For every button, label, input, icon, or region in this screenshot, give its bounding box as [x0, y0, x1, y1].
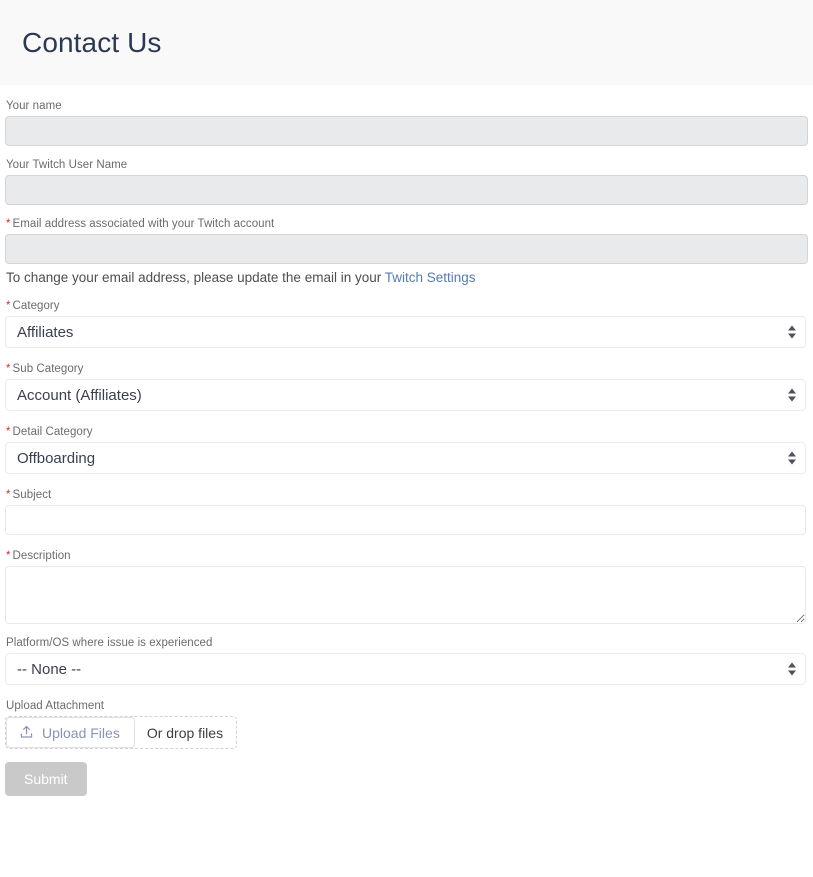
- field-description: * Description: [5, 549, 807, 624]
- your-name-input[interactable]: [5, 116, 808, 146]
- page-title: Contact Us: [22, 26, 162, 58]
- page-header: Contact Us: [0, 0, 813, 85]
- platform-os-select[interactable]: -- None --: [5, 653, 806, 685]
- category-select[interactable]: Affiliates: [5, 316, 806, 348]
- required-asterisk: *: [6, 363, 11, 375]
- label-sub-category: * Sub Category: [6, 362, 807, 376]
- field-sub-category: * Sub Category Account (Affiliates): [5, 362, 807, 411]
- email-helper-text: To change your email address, please upd…: [6, 269, 807, 286]
- required-asterisk: *: [6, 550, 11, 562]
- required-asterisk: *: [6, 300, 11, 312]
- detail-category-select-value: Offboarding: [5, 442, 806, 474]
- label-email-text: Email address associated with your Twitc…: [12, 218, 275, 230]
- label-detail-category-text: Detail Category: [12, 426, 93, 438]
- required-asterisk: *: [6, 489, 11, 501]
- field-detail-category: * Detail Category Offboarding: [5, 425, 807, 474]
- label-category: * Category: [6, 299, 807, 313]
- label-your-name: Your name: [6, 100, 62, 112]
- label-detail-category: * Detail Category: [6, 425, 807, 439]
- platform-os-select-value: -- None --: [5, 653, 806, 685]
- required-asterisk: *: [6, 426, 11, 438]
- label-email: * Email address associated with your Twit…: [6, 217, 807, 231]
- field-platform-os: Platform/OS where issue is experienced -…: [5, 636, 807, 685]
- submit-button[interactable]: Submit: [5, 762, 87, 796]
- field-upload-attachment: Upload Attachment Upload Files Or drop f…: [5, 699, 807, 749]
- label-sub-category-text: Sub Category: [12, 363, 84, 375]
- chevron-updown-icon: [788, 662, 796, 676]
- label-subject-text: Subject: [12, 489, 52, 501]
- required-asterisk: *: [6, 218, 11, 230]
- contact-form: Your name Your Twitch User Name * Email a…: [0, 85, 813, 796]
- twitch-settings-link[interactable]: Twitch Settings: [385, 270, 476, 285]
- label-description: * Description: [6, 549, 807, 563]
- upload-files-button-label: Upload Files: [42, 724, 120, 741]
- chevron-up-icon: [788, 451, 796, 457]
- upload-icon: [19, 725, 34, 740]
- label-category-text: Category: [12, 300, 60, 312]
- chevron-updown-icon: [788, 325, 796, 339]
- detail-category-select[interactable]: Offboarding: [5, 442, 806, 474]
- chevron-down-icon: [788, 459, 796, 465]
- file-drop-zone[interactable]: Upload Files Or drop files: [5, 716, 238, 749]
- label-twitch-user-name: Your Twitch User Name: [6, 159, 128, 171]
- label-description-text: Description: [12, 550, 71, 562]
- upload-files-button[interactable]: Upload Files: [6, 717, 135, 748]
- sub-category-select-value: Account (Affiliates): [5, 379, 806, 411]
- email-helper-prefix: To change your email address, please upd…: [6, 270, 385, 285]
- chevron-up-icon: [788, 388, 796, 394]
- sub-category-select[interactable]: Account (Affiliates): [5, 379, 806, 411]
- label-subject: * Subject: [6, 488, 807, 502]
- field-email: * Email address associated with your Twit…: [5, 217, 808, 286]
- chevron-up-icon: [788, 662, 796, 668]
- drop-files-text: Or drop files: [146, 724, 224, 741]
- description-textarea[interactable]: [5, 566, 806, 624]
- category-select-value: Affiliates: [5, 316, 806, 348]
- chevron-down-icon: [788, 396, 796, 402]
- email-input[interactable]: [5, 234, 808, 264]
- twitch-user-name-input[interactable]: [5, 175, 808, 205]
- field-your-name: Your name: [5, 99, 808, 146]
- field-twitch-user-name: Your Twitch User Name: [5, 158, 808, 205]
- label-platform-os: Platform/OS where issue is experienced: [6, 637, 213, 649]
- field-subject: * Subject: [5, 488, 807, 535]
- chevron-down-icon: [788, 670, 796, 676]
- chevron-up-icon: [788, 325, 796, 331]
- chevron-updown-icon: [788, 388, 796, 402]
- field-category: * Category Affiliates: [5, 299, 807, 348]
- chevron-down-icon: [788, 333, 796, 339]
- chevron-updown-icon: [788, 451, 796, 465]
- label-upload-attachment: Upload Attachment: [6, 700, 105, 712]
- subject-input[interactable]: [5, 505, 806, 535]
